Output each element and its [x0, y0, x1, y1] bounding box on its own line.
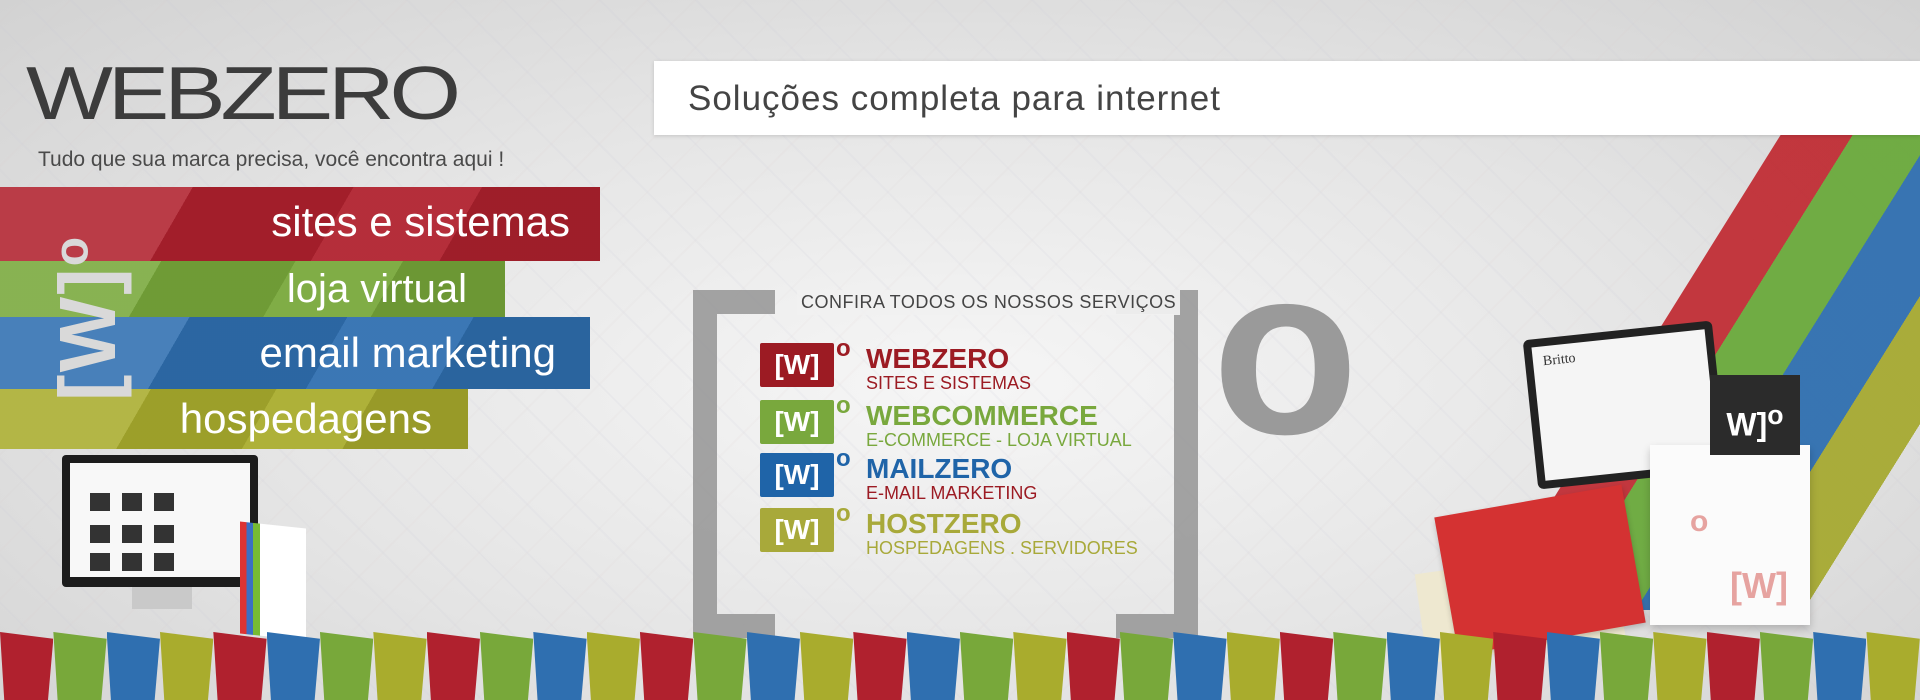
flag-stripe	[1066, 632, 1120, 700]
top-title-bar: Soluções completa para internet	[654, 61, 1920, 135]
monitor-screen	[62, 455, 258, 587]
flag-stripe	[0, 632, 54, 700]
flag-stripe	[746, 632, 800, 700]
vertical-logo-mark: [W]	[43, 266, 132, 402]
flag-stripe	[1653, 632, 1707, 700]
service-logo-box: [W]	[760, 508, 834, 552]
flag-stripe	[1013, 632, 1067, 700]
service-subtitle: HOSPEDAGENS . SERVIDORES	[866, 538, 1138, 558]
service-subtitle: SITES E SISTEMAS	[866, 373, 1032, 393]
flag-stripe	[53, 632, 107, 700]
service-subtitle: E-COMMERCE - LOJA VIRTUAL	[866, 430, 1132, 450]
flag-stripe	[799, 632, 854, 700]
tagline: Tudo que sua marca precisa, você encontr…	[38, 148, 505, 171]
bag-logo: [W] o	[1690, 505, 1788, 606]
big-degree-symbol: o	[1212, 216, 1359, 484]
flag-stripe	[1866, 632, 1920, 700]
service-logo-degree: o	[836, 445, 851, 472]
monitor-stand	[132, 587, 192, 609]
flag-stripe	[1173, 632, 1227, 700]
ribbon-label: loja virtual	[286, 267, 467, 311]
flag-stripe	[1706, 632, 1760, 700]
vertical-w-logo: [W]o	[42, 235, 134, 401]
vertical-logo-degree: o	[45, 234, 99, 267]
flag-stripe	[1493, 632, 1547, 700]
brochure-book-illustration	[240, 521, 306, 641]
flag-stripe	[266, 632, 320, 700]
monitor-page	[70, 463, 250, 577]
bag-logo-degree: o	[1690, 505, 1709, 538]
white-shopping-bag: [W] o	[1650, 445, 1810, 625]
webzero-logo[interactable]: WEBZERO	[26, 56, 461, 131]
service-logo-box: [W]	[760, 453, 834, 497]
bottom-flag-strip	[0, 632, 1920, 700]
flag-stripe	[1759, 632, 1814, 700]
ribbon-label: email marketing	[259, 329, 556, 376]
bag-logo-mark: [W]	[1730, 565, 1788, 606]
tablet-site-name: Britto	[1542, 350, 1577, 370]
flag-stripe	[1119, 632, 1174, 700]
hero-banner: WEBZERO Tudo que sua marca precisa, você…	[0, 0, 1920, 700]
big-bracket-right	[1116, 290, 1198, 638]
flag-stripe	[1599, 632, 1654, 700]
services-heading: CONFIRA TODOS OS NOSSOS SERVIÇOS	[797, 290, 1181, 315]
flag-stripe	[533, 632, 587, 700]
flag-stripe	[1439, 632, 1494, 700]
service-logo-degree: o	[836, 392, 851, 419]
desktop-monitor-illustration	[62, 455, 262, 609]
service-logo-box: [W]	[760, 343, 834, 387]
page-title: Soluções completa para internet	[688, 79, 1221, 118]
service-logo-box: [W]	[760, 400, 834, 444]
flag-stripe	[1813, 632, 1867, 700]
ribbon-label: hospedagens	[179, 395, 432, 442]
service-name: MAILZERO	[866, 453, 1013, 484]
flag-stripe	[1546, 632, 1600, 700]
dark-shopping-bag: W]o	[1710, 375, 1800, 455]
flag-stripe	[906, 632, 960, 700]
service-name: WEBZERO	[866, 343, 1010, 374]
flag-stripe	[426, 632, 480, 700]
flag-stripe	[1226, 632, 1280, 700]
dark-bag-logo-degree: o	[1767, 400, 1784, 430]
ribbon-label: sites e sistemas	[271, 198, 570, 245]
flag-stripe	[373, 632, 427, 700]
flag-stripe	[106, 632, 160, 700]
flag-stripe	[693, 632, 747, 700]
flag-stripe	[1386, 632, 1440, 700]
service-name: HOSTZERO	[866, 508, 1022, 539]
flag-stripe	[1333, 632, 1387, 700]
service-logo-degree: o	[836, 500, 851, 527]
dark-bag-logo-mark: W]	[1726, 406, 1768, 443]
flag-stripe	[586, 632, 640, 700]
service-name: WEBCOMMERCE	[866, 400, 1098, 431]
flag-stripe	[159, 632, 214, 700]
flag-stripe	[639, 632, 694, 700]
flag-stripe	[213, 632, 267, 700]
service-subtitle: E-MAIL MARKETING	[866, 483, 1038, 503]
flag-stripe	[959, 632, 1014, 700]
flag-stripe	[319, 632, 374, 700]
flag-stripe	[1279, 632, 1334, 700]
service-logo-degree: o	[836, 335, 851, 362]
flag-stripe	[853, 632, 907, 700]
flag-stripe	[479, 632, 534, 700]
